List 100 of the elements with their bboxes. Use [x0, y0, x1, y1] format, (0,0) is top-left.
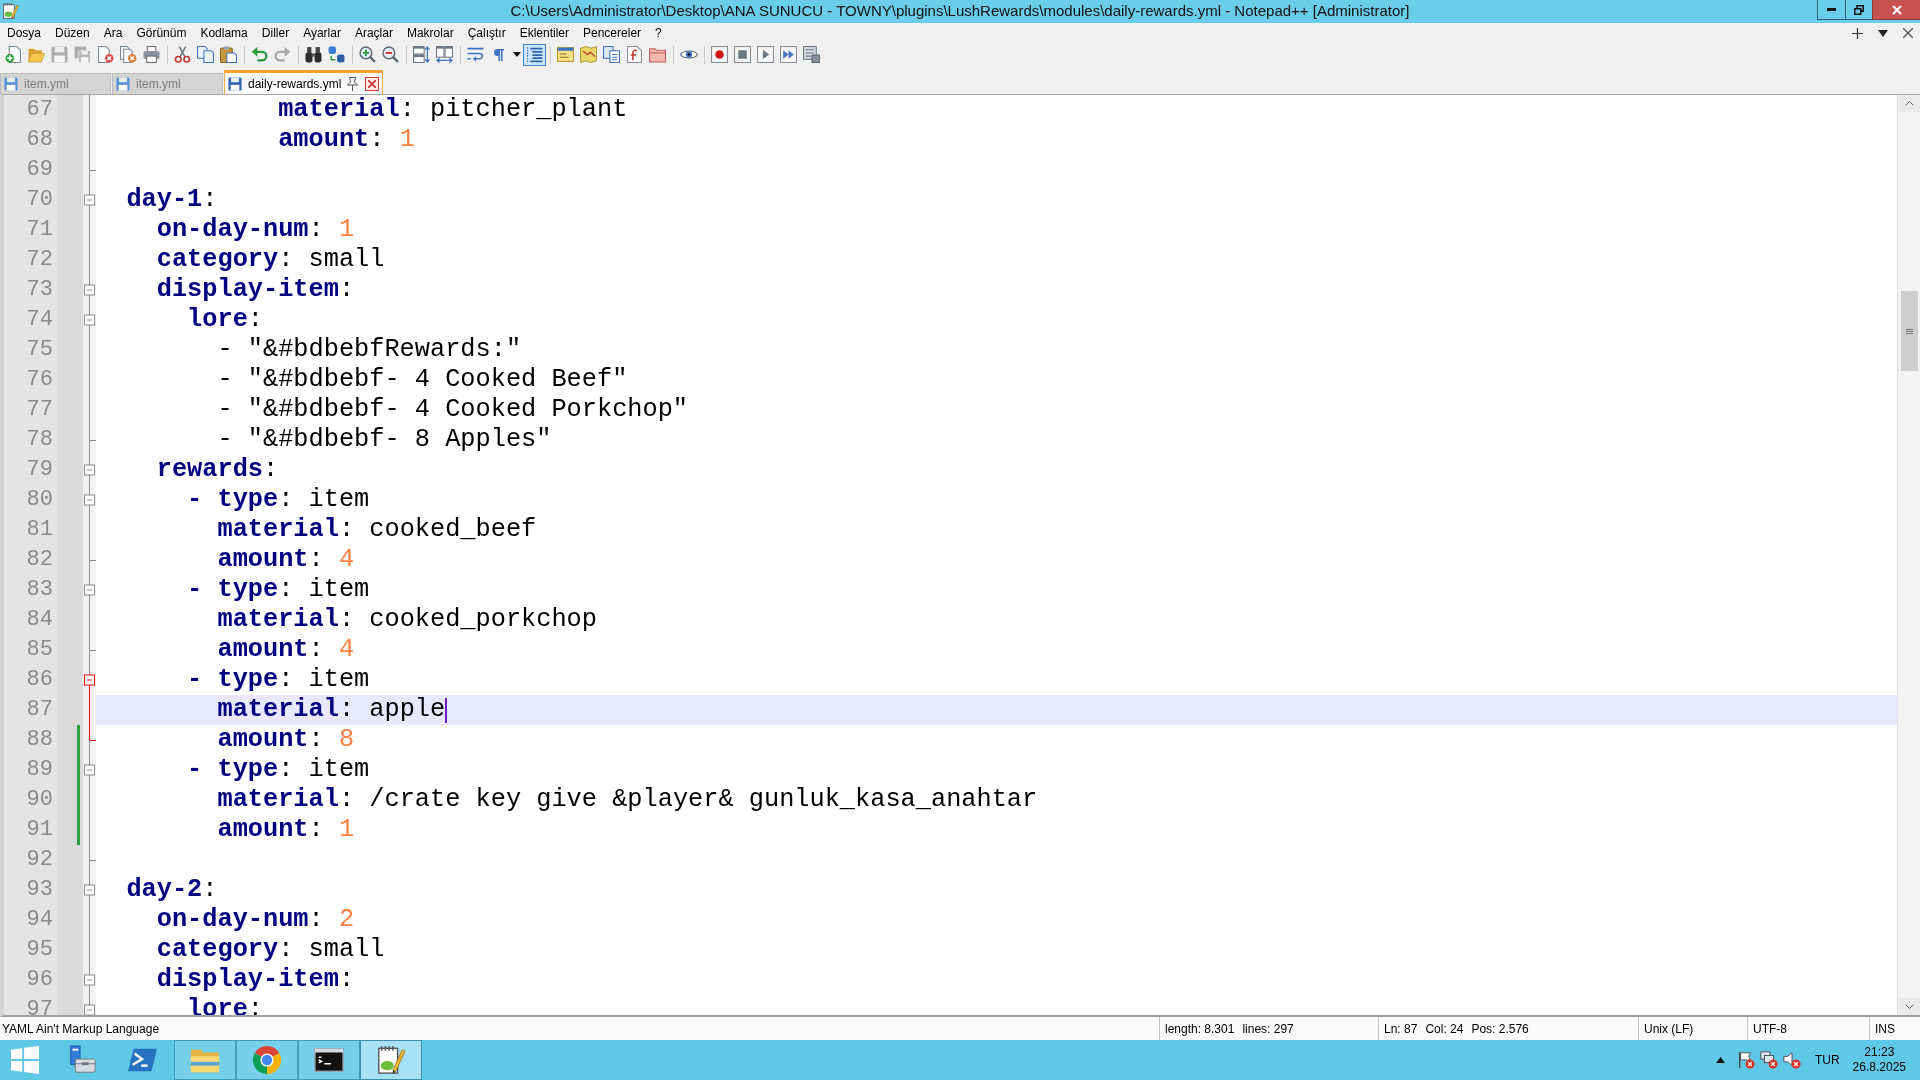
- column-text: Col: 24: [1425, 1021, 1464, 1036]
- menu-item[interactable]: Araçlar: [347, 24, 400, 42]
- minimize-button[interactable]: [1817, 0, 1845, 20]
- collapse-icon[interactable]: [84, 455, 95, 485]
- line-ending-text: Unix (LF): [1644, 1021, 1694, 1036]
- line-number: 85: [26, 636, 53, 664]
- scroll-down-button[interactable]: [1898, 998, 1920, 1015]
- pin-icon[interactable]: [347, 76, 359, 91]
- scroll-up-button[interactable]: [1898, 95, 1920, 112]
- menu-item[interactable]: Makrolar: [399, 24, 461, 42]
- menu-item[interactable]: Çalıştır: [460, 24, 513, 42]
- scroll-thumb[interactable]: [1900, 291, 1918, 371]
- notepad-icon: [2, 2, 19, 20]
- code-line: - type: item: [187, 575, 370, 605]
- line-number: 69: [26, 156, 53, 184]
- code-line: amount: 1: [217, 815, 355, 845]
- code-line: - "&#bdbebf- 8 Apples": [217, 425, 552, 455]
- line-number: 89: [26, 756, 53, 784]
- clock-date[interactable]: 26.8.2025: [1852, 1060, 1906, 1075]
- collapse-icon[interactable]: [84, 185, 95, 215]
- tab[interactable]: daily-rewards.yml: [224, 70, 384, 94]
- length-text: length: 8.301: [1165, 1021, 1235, 1036]
- code-line: category: small: [156, 245, 385, 275]
- position-text: Pos: 2.576: [1471, 1021, 1529, 1036]
- clock-time[interactable]: 21:23: [1864, 1045, 1895, 1060]
- collapse-icon[interactable]: [84, 755, 95, 785]
- collapse-icon[interactable]: [84, 875, 95, 905]
- code-line: material: /crate key give &player& gunluk_kasa_anahtar: [217, 785, 1038, 815]
- line-number: 88: [26, 726, 53, 754]
- menu-item[interactable]: Pencereler: [576, 24, 649, 42]
- code-line: display-item:: [156, 275, 355, 305]
- speaker-muted-icon[interactable]: [1782, 1051, 1801, 1069]
- line-number: 94: [26, 906, 53, 934]
- code-line: - "&#bdbebf- 4 Cooked Porkchop": [217, 395, 689, 425]
- code-line: day-2:: [126, 875, 218, 905]
- start-icon: [11, 1046, 39, 1074]
- line-number: 76: [26, 366, 53, 394]
- collapse-icon[interactable]: [84, 275, 95, 305]
- line-number: 95: [26, 936, 53, 964]
- line-number: 93: [26, 876, 53, 904]
- close-button[interactable]: [1872, 0, 1920, 20]
- collapse-icon[interactable]: [84, 965, 95, 995]
- menu-item[interactable]: ?: [648, 24, 669, 42]
- line-number: 86: [26, 666, 53, 694]
- code-line: amount: 1: [278, 125, 415, 155]
- menu-item[interactable]: Eklentiler: [512, 24, 576, 42]
- line-number: 97: [26, 996, 53, 1015]
- line-number: 90: [26, 786, 53, 814]
- code-line: rewards:: [156, 455, 279, 485]
- close-icon: [1891, 4, 1902, 15]
- lines-count-text: lines: 297: [1242, 1021, 1294, 1036]
- collapse-icon[interactable]: [84, 575, 95, 605]
- text-cursor-icon: [445, 697, 448, 723]
- code-line: lore:: [187, 305, 263, 335]
- code-line: day-1:: [126, 185, 218, 215]
- menu-item[interactable]: Düzen: [48, 24, 97, 42]
- line-number: 70: [26, 186, 53, 214]
- line-number: 78: [26, 426, 53, 454]
- code-line: on-day-num: 2: [156, 905, 355, 935]
- line-number: 80: [26, 486, 53, 514]
- code-line: - type: item: [187, 665, 370, 695]
- line-number: 91: [26, 816, 53, 844]
- code-line: amount: 4: [217, 635, 355, 665]
- menu-item[interactable]: Görünüm: [129, 24, 194, 42]
- line-number: 74: [26, 306, 53, 334]
- tab-close-button[interactable]: [365, 76, 380, 91]
- input-language[interactable]: TUR: [1814, 1053, 1840, 1067]
- line-number: 68: [26, 126, 53, 154]
- collapse-icon[interactable]: [84, 485, 95, 515]
- network-error-icon[interactable]: [1759, 1051, 1778, 1069]
- collapse-icon[interactable]: [84, 305, 95, 335]
- menu-item[interactable]: Ayarlar: [296, 24, 348, 42]
- dropdown-icon[interactable]: [1878, 29, 1888, 37]
- code-line: amount: 8: [217, 725, 355, 755]
- collapse-icon[interactable]: [84, 665, 95, 695]
- file-type-text: YAML Ain't Markup Language: [2, 1021, 160, 1036]
- code-line: - "&#bdbebf- 4 Cooked Beef": [217, 365, 628, 395]
- minimize-icon: [1827, 8, 1836, 11]
- code-line: material: cooked_porkchop: [217, 605, 597, 635]
- insert-mode-text: INS: [1875, 1021, 1895, 1036]
- console-icon: [314, 1045, 344, 1075]
- line-number: 83: [26, 576, 53, 604]
- taskbar-button[interactable]: [298, 1040, 360, 1080]
- line-number: 81: [26, 516, 53, 544]
- up-arrow-icon[interactable]: [1715, 1057, 1725, 1063]
- menu-item[interactable]: Diller: [254, 24, 297, 42]
- menu-item[interactable]: Ara: [96, 24, 130, 42]
- close-icon[interactable]: [1903, 28, 1913, 38]
- line-number: 92: [26, 846, 53, 874]
- code-line: material: apple: [217, 695, 446, 725]
- taskbar-button[interactable]: [360, 1040, 422, 1080]
- plus-icon[interactable]: [1852, 27, 1863, 39]
- code-line: - type: item: [187, 485, 370, 515]
- code-line: category: small: [156, 935, 385, 965]
- restore-icon: [1854, 4, 1864, 15]
- line-number-text: Ln: 87: [1384, 1021, 1418, 1036]
- code-line: material: cooked_beef: [217, 515, 537, 545]
- flag-alert-icon[interactable]: [1736, 1051, 1755, 1069]
- menu-item[interactable]: Dosya: [0, 24, 48, 42]
- menu-item[interactable]: Kodlama: [193, 24, 255, 42]
